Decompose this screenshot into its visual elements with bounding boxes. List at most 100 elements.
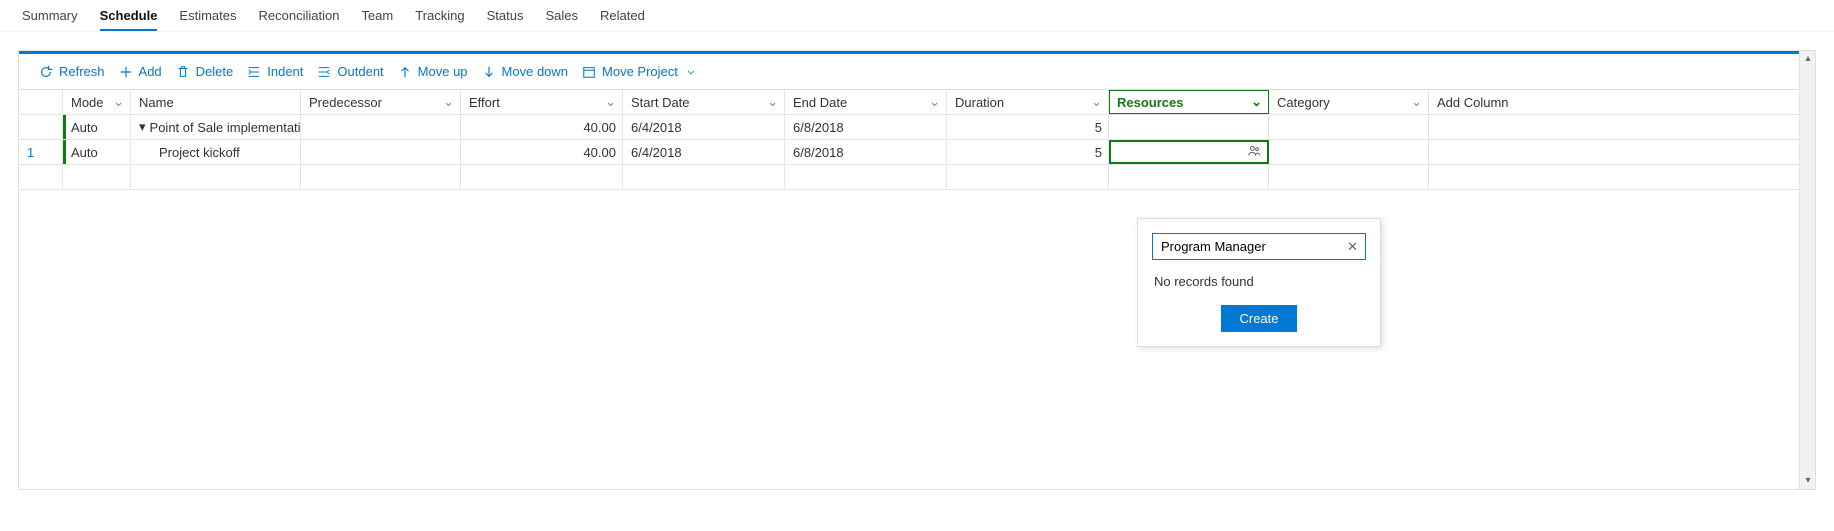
resource-lookup-flyout: ✕ No records found Create bbox=[1137, 218, 1381, 347]
cell-effort[interactable]: 40.00 bbox=[461, 115, 623, 139]
header-resources-label: Resources bbox=[1117, 95, 1183, 110]
scroll-up-icon[interactable]: ▴ bbox=[1800, 51, 1816, 67]
tab-sales[interactable]: Sales bbox=[545, 8, 578, 31]
tab-summary[interactable]: Summary bbox=[22, 8, 78, 31]
indent-button[interactable]: Indent bbox=[247, 64, 303, 79]
tab-tracking[interactable]: Tracking bbox=[415, 8, 464, 31]
refresh-icon bbox=[39, 65, 53, 79]
move-project-button[interactable]: Move Project bbox=[582, 64, 698, 79]
header-enddate-label: End Date bbox=[793, 95, 847, 110]
cell-duration[interactable]: 5 bbox=[947, 140, 1109, 164]
header-predecessor[interactable]: Predecessor ⌄ bbox=[301, 90, 461, 114]
toolbar: Refresh Add Delete Indent Outdent bbox=[19, 54, 1815, 89]
tab-related[interactable]: Related bbox=[600, 8, 645, 31]
cell-startdate[interactable]: 6/4/2018 bbox=[623, 140, 785, 164]
grid-header-row: Mode ⌄ Name Predecessor ⌄ Effort ⌄ Start… bbox=[19, 90, 1815, 115]
refresh-button[interactable]: Refresh bbox=[39, 64, 105, 79]
cell-name[interactable]: ▾ Point of Sale implementati bbox=[131, 115, 301, 139]
move-up-label: Move up bbox=[418, 64, 468, 79]
header-resources[interactable]: Resources ⌄ bbox=[1109, 90, 1269, 114]
header-startdate[interactable]: Start Date ⌄ bbox=[623, 90, 785, 114]
cell-category[interactable] bbox=[1269, 115, 1429, 139]
header-name-label: Name bbox=[139, 95, 174, 110]
chevron-down-icon: ⌄ bbox=[767, 94, 778, 110]
calendar-icon bbox=[582, 65, 596, 79]
cell-startdate[interactable]: 6/4/2018 bbox=[623, 115, 785, 139]
chevron-down-icon: ⌄ bbox=[929, 94, 940, 110]
create-button[interactable]: Create bbox=[1221, 305, 1296, 332]
cell-category[interactable] bbox=[1269, 140, 1429, 164]
header-enddate[interactable]: End Date ⌄ bbox=[785, 90, 947, 114]
header-mode[interactable]: Mode ⌄ bbox=[63, 90, 131, 114]
schedule-panel: Refresh Add Delete Indent Outdent bbox=[18, 50, 1816, 490]
move-down-button[interactable]: Move down bbox=[482, 64, 568, 79]
cell-duration[interactable]: 5 bbox=[947, 115, 1109, 139]
row-indicator bbox=[63, 115, 66, 139]
cell-rownum bbox=[19, 115, 63, 139]
cell-mode[interactable]: Auto bbox=[71, 120, 98, 135]
header-add-column[interactable]: Add Column bbox=[1429, 90, 1515, 114]
clear-input-icon[interactable]: ✕ bbox=[1347, 239, 1358, 255]
scroll-down-icon[interactable]: ▾ bbox=[1800, 473, 1816, 489]
header-add-column-label: Add Column bbox=[1437, 95, 1509, 110]
delete-button[interactable]: Delete bbox=[176, 64, 234, 79]
header-category-label: Category bbox=[1277, 95, 1330, 110]
table-row[interactable]: Auto ▾ Point of Sale implementati 40.00 … bbox=[19, 115, 1815, 140]
tab-schedule[interactable]: Schedule bbox=[100, 8, 158, 31]
chevron-down-icon: ⌄ bbox=[1251, 94, 1262, 110]
tab-reconciliation[interactable]: Reconciliation bbox=[259, 8, 340, 31]
outdent-button[interactable]: Outdent bbox=[317, 64, 383, 79]
cell-rownum: 1 bbox=[19, 140, 63, 164]
plus-icon bbox=[119, 65, 133, 79]
cell-mode[interactable]: Auto bbox=[71, 145, 98, 160]
header-mode-label: Mode bbox=[71, 95, 104, 110]
resource-search-input[interactable] bbox=[1152, 233, 1366, 260]
chevron-down-icon: ⌄ bbox=[113, 94, 124, 110]
cell-resources-active[interactable] bbox=[1109, 140, 1269, 164]
header-duration-label: Duration bbox=[955, 95, 1004, 110]
add-label: Add bbox=[139, 64, 162, 79]
cell-enddate[interactable]: 6/8/2018 bbox=[785, 140, 947, 164]
tab-bar: Summary Schedule Estimates Reconciliatio… bbox=[0, 0, 1834, 32]
outdent-icon bbox=[317, 65, 331, 79]
cell-predecessor[interactable] bbox=[301, 115, 461, 139]
arrow-up-icon bbox=[398, 65, 412, 79]
header-name[interactable]: Name bbox=[131, 90, 301, 114]
header-effort[interactable]: Effort ⌄ bbox=[461, 90, 623, 114]
cell-resources[interactable] bbox=[1109, 115, 1269, 139]
cell-add bbox=[1429, 140, 1515, 164]
delete-label: Delete bbox=[196, 64, 234, 79]
collapse-icon[interactable]: ▾ bbox=[139, 119, 146, 135]
indent-label: Indent bbox=[267, 64, 303, 79]
indent-icon bbox=[247, 65, 261, 79]
tab-status[interactable]: Status bbox=[487, 8, 524, 31]
tab-estimates[interactable]: Estimates bbox=[179, 8, 236, 31]
schedule-grid: Mode ⌄ Name Predecessor ⌄ Effort ⌄ Start… bbox=[19, 89, 1815, 190]
chevron-down-icon: ⌄ bbox=[1091, 94, 1102, 110]
header-category[interactable]: Category ⌄ bbox=[1269, 90, 1429, 114]
header-predecessor-label: Predecessor bbox=[309, 95, 382, 110]
cell-effort[interactable]: 40.00 bbox=[461, 140, 623, 164]
refresh-label: Refresh bbox=[59, 64, 105, 79]
table-row-empty[interactable] bbox=[19, 165, 1815, 190]
chevron-down-icon bbox=[684, 65, 698, 79]
tab-team[interactable]: Team bbox=[361, 8, 393, 31]
move-down-label: Move down bbox=[502, 64, 568, 79]
vertical-scrollbar[interactable]: ▴ ▾ bbox=[1799, 51, 1815, 489]
cell-name-text: Project kickoff bbox=[159, 145, 240, 160]
cell-name-text: Point of Sale implementati bbox=[150, 120, 301, 135]
outdent-label: Outdent bbox=[337, 64, 383, 79]
cell-name[interactable]: Project kickoff bbox=[131, 140, 301, 164]
add-button[interactable]: Add bbox=[119, 64, 162, 79]
chevron-down-icon: ⌄ bbox=[443, 94, 454, 110]
table-row[interactable]: 1 Auto Project kickoff 40.00 6/4/2018 6/… bbox=[19, 140, 1815, 165]
cell-predecessor[interactable] bbox=[301, 140, 461, 164]
header-startdate-label: Start Date bbox=[631, 95, 690, 110]
header-duration[interactable]: Duration ⌄ bbox=[947, 90, 1109, 114]
cell-enddate[interactable]: 6/8/2018 bbox=[785, 115, 947, 139]
trash-icon bbox=[176, 65, 190, 79]
move-up-button[interactable]: Move up bbox=[398, 64, 468, 79]
arrow-down-icon bbox=[482, 65, 496, 79]
people-icon bbox=[1247, 144, 1261, 161]
move-project-label: Move Project bbox=[602, 64, 678, 79]
